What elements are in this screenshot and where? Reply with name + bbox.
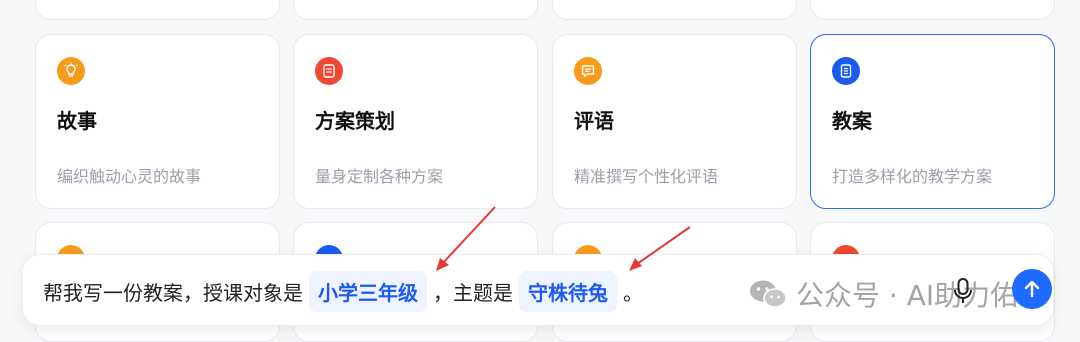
prompt-middle: ，主题是 bbox=[433, 280, 513, 305]
card-desc: 打造多样化的教学方案 bbox=[832, 167, 993, 186]
card-title: 故事 bbox=[57, 109, 97, 133]
document-icon bbox=[315, 57, 343, 85]
send-button[interactable] bbox=[1012, 269, 1052, 309]
card-comment[interactable]: 评语 精准撰写个性化评语 bbox=[552, 34, 797, 209]
card-partial-top-1[interactable] bbox=[35, 0, 280, 20]
prompt-text[interactable]: 帮我写一份教案，授课对象是 小学三年级 ，主题是 守株待兔 。 bbox=[43, 255, 643, 327]
card-desc: 精准撰写个性化评语 bbox=[574, 167, 719, 186]
card-lesson-plan[interactable]: 教案 打造多样化的教学方案 bbox=[810, 34, 1055, 209]
arrow-up-icon bbox=[1024, 280, 1040, 298]
card-title: 评语 bbox=[574, 109, 614, 133]
microphone-icon[interactable] bbox=[952, 277, 974, 311]
prompt-suffix: 。 bbox=[623, 280, 643, 305]
lightbulb-icon bbox=[57, 57, 85, 85]
card-partial-top-2[interactable] bbox=[293, 0, 538, 20]
topic-chip[interactable]: 守株待兔 bbox=[519, 270, 617, 312]
card-title: 教案 bbox=[832, 109, 872, 133]
card-desc: 量身定制各种方案 bbox=[315, 167, 444, 186]
card-story[interactable]: 故事 编织触动心灵的故事 bbox=[35, 34, 280, 209]
comment-icon bbox=[574, 57, 602, 85]
notebook-icon bbox=[832, 57, 860, 85]
card-plan[interactable]: 方案策划 量身定制各种方案 bbox=[293, 34, 538, 209]
card-title: 方案策划 bbox=[315, 109, 395, 133]
card-partial-top-3[interactable] bbox=[552, 0, 797, 20]
wechat-icon bbox=[750, 280, 787, 308]
watermark-text: 公众号 · AI助力佑 bbox=[796, 279, 1019, 312]
card-partial-top-4[interactable] bbox=[810, 0, 1055, 20]
audience-chip[interactable]: 小学三年级 bbox=[309, 270, 427, 312]
watermark: 公众号 · AI助力佑 bbox=[748, 274, 1018, 314]
prompt-prefix: 帮我写一份教案，授课对象是 bbox=[43, 280, 303, 305]
card-desc: 编织触动心灵的故事 bbox=[57, 167, 202, 186]
